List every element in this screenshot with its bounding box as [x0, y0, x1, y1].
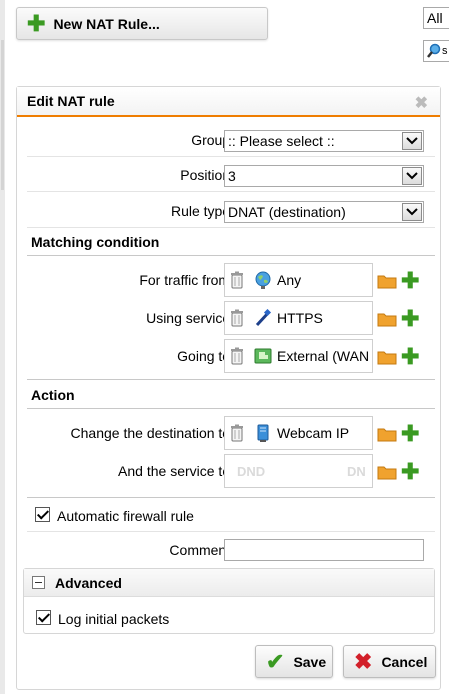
chevron-down-icon [402, 203, 422, 221]
checkmark-icon: ✔ [266, 648, 285, 674]
change-destination-value: Webcam IP [277, 425, 350, 441]
service-plug-icon [255, 309, 272, 327]
folder-icon[interactable] [377, 464, 397, 480]
divider [27, 255, 435, 256]
group-value: :: Please select :: [228, 133, 335, 149]
network-interface-icon [254, 348, 272, 364]
plus-icon: ✚ [27, 10, 46, 36]
new-nat-rule-button[interactable]: ✚ New NAT Rule... [16, 7, 268, 40]
group-select[interactable]: :: Please select :: [224, 130, 424, 152]
position-select[interactable]: 3 [224, 165, 424, 187]
add-plus-icon[interactable]: ✚ [401, 308, 419, 330]
cross-icon: ✖ [354, 648, 373, 674]
traffic-from-field[interactable]: Any [224, 263, 373, 297]
folder-icon[interactable] [377, 311, 397, 327]
rule-type-value: DNAT (destination) [228, 204, 346, 220]
filter-select[interactable]: All [423, 7, 449, 29]
close-icon[interactable]: ✖ [415, 93, 428, 113]
dialog-header: Edit NAT rule ✖ [17, 87, 440, 117]
using-service-label: Using service: [146, 310, 234, 326]
host-icon [257, 424, 269, 442]
log-initial-packets-checkbox[interactable] [36, 610, 51, 625]
divider [27, 379, 435, 380]
folder-icon[interactable] [377, 349, 397, 365]
globe-icon [255, 271, 271, 289]
trash-icon[interactable] [230, 309, 244, 327]
add-plus-icon[interactable]: ✚ [401, 270, 419, 292]
drop-placeholder-right: DN [347, 464, 366, 479]
matching-condition-title: Matching condition [31, 234, 160, 250]
divider [27, 191, 435, 192]
add-plus-icon[interactable]: ✚ [401, 461, 419, 483]
trash-icon[interactable] [230, 424, 244, 442]
cancel-button[interactable]: ✖ Cancel [343, 645, 436, 678]
save-label: Save [293, 653, 327, 670]
new-nat-rule-label: New NAT Rule... [53, 15, 160, 32]
going-to-field[interactable]: External (WAN [224, 339, 373, 373]
log-initial-packets-label: Log initial packets [58, 611, 170, 627]
search-input[interactable]: s [423, 40, 449, 62]
auto-firewall-label: Automatic firewall rule [57, 508, 194, 524]
action-title: Action [31, 387, 75, 403]
divider [27, 156, 435, 157]
edit-nat-rule-dialog: Edit NAT rule ✖ Group: :: Please select … [16, 86, 441, 690]
drop-placeholder-left: DND [237, 464, 266, 479]
dialog-title: Edit NAT rule [27, 93, 115, 109]
divider [27, 227, 435, 228]
divider [27, 531, 435, 532]
chevron-down-icon [402, 167, 422, 185]
divider [27, 408, 435, 409]
service-to-field[interactable]: DND DN [224, 454, 373, 488]
advanced-title: Advanced [55, 574, 122, 591]
rule-type-select[interactable]: DNAT (destination) [224, 201, 424, 223]
using-service-field[interactable]: HTTPS [224, 301, 373, 335]
service-to-label: And the service to: [118, 463, 234, 479]
save-button[interactable]: ✔ Save [255, 645, 333, 678]
advanced-header[interactable]: Advanced [24, 569, 434, 597]
folder-icon[interactable] [377, 426, 397, 442]
trash-icon[interactable] [230, 347, 244, 365]
add-plus-icon[interactable]: ✚ [401, 423, 419, 445]
going-to-value: External (WAN [277, 348, 370, 364]
search-text: s [442, 45, 448, 57]
change-destination-field[interactable]: Webcam IP [224, 416, 373, 450]
using-service-value: HTTPS [277, 310, 323, 326]
chevron-down-icon [402, 132, 422, 150]
folder-icon[interactable] [377, 273, 397, 289]
left-scroll-strip [0, 0, 5, 694]
change-destination-label: Change the destination to: [70, 425, 234, 441]
comment-input[interactable] [224, 539, 424, 561]
position-value: 3 [228, 168, 236, 184]
traffic-from-value: Any [277, 272, 302, 288]
divider [27, 497, 435, 498]
auto-firewall-checkbox[interactable] [35, 507, 50, 522]
add-plus-icon[interactable]: ✚ [401, 346, 419, 368]
trash-icon[interactable] [230, 271, 244, 289]
traffic-from-label: For traffic from: [139, 272, 234, 288]
advanced-section: Advanced Log initial packets [23, 568, 435, 634]
search-icon [427, 43, 441, 58]
collapse-icon[interactable] [32, 576, 45, 589]
cancel-label: Cancel [381, 653, 428, 670]
